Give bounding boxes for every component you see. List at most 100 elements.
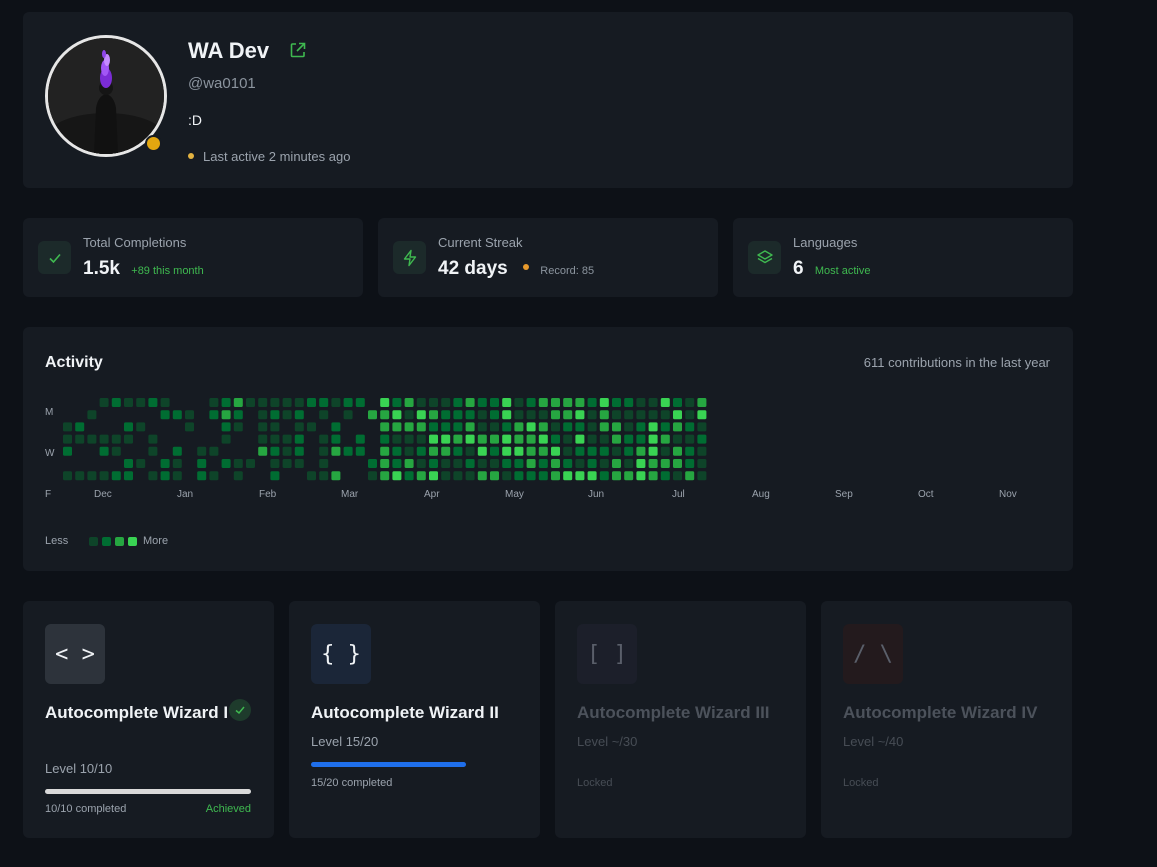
contribution-cell[interactable] [453,422,463,432]
contribution-cell[interactable] [319,446,329,456]
contribution-cell[interactable] [490,471,499,481]
external-link-icon[interactable] [289,41,307,59]
contribution-cell[interactable] [294,410,304,420]
contribution-cell[interactable] [380,459,390,468]
contribution-cell[interactable] [416,471,426,481]
contribution-cell[interactable] [246,398,255,407]
contribution-cell[interactable] [75,422,85,432]
contribution-cell[interactable] [197,446,207,456]
contribution-cell[interactable] [490,459,499,468]
contribution-cell[interactable] [551,410,560,420]
contribution-cell[interactable] [563,459,573,468]
contribution-cell[interactable] [209,410,219,420]
contribution-cell[interactable] [648,422,658,432]
contribution-cell[interactable] [551,434,560,444]
contribution-cell[interactable] [404,471,414,481]
contribution-cell[interactable] [343,410,353,420]
contribution-cell[interactable] [416,434,426,444]
contribution-cell[interactable] [429,434,438,444]
contribution-cell[interactable] [465,422,475,432]
contribution-cell[interactable] [63,471,72,481]
contribution-cell[interactable] [685,446,695,456]
contribution-cell[interactable] [429,422,438,432]
contribution-cell[interactable] [185,422,194,432]
achievement-card-2[interactable]: { } Autocomplete Wizard II Level 15/20 1… [289,601,540,838]
contribution-cell[interactable] [124,471,133,481]
contribution-cell[interactable] [319,459,329,468]
contribution-cell[interactable] [587,446,597,456]
contribution-cell[interactable] [270,410,280,420]
contribution-cell[interactable] [160,398,170,407]
contribution-cell[interactable] [685,459,695,468]
contribution-cell[interactable] [294,434,304,444]
contribution-cell[interactable] [282,434,292,444]
contribution-cell[interactable] [612,398,621,407]
contribution-cell[interactable] [673,422,682,432]
contribution-cell[interactable] [685,434,695,444]
contribution-cell[interactable] [624,446,634,456]
contribution-cell[interactable] [282,398,292,407]
contribution-cell[interactable] [612,446,621,456]
contribution-cell[interactable] [172,410,182,420]
contribution-cell[interactable] [258,410,268,420]
contribution-cell[interactable] [392,422,402,432]
contribution-cell[interactable] [294,446,304,456]
contribution-cell[interactable] [490,434,499,444]
contribution-cell[interactable] [624,459,634,468]
contribution-cell[interactable] [63,446,72,456]
contribution-cell[interactable] [453,471,463,481]
contribution-cell[interactable] [648,398,658,407]
contribution-cell[interactable] [368,471,377,481]
contribution-cell[interactable] [392,410,402,420]
contribution-cell[interactable] [160,459,170,468]
contribution-cell[interactable] [673,434,682,444]
contribution-cell[interactable] [270,471,280,481]
contribution-cell[interactable] [441,471,451,481]
contribution-cell[interactable] [465,471,475,481]
contribution-cell[interactable] [514,410,524,420]
contribution-cell[interactable] [538,446,548,456]
contribution-cell[interactable] [502,422,512,432]
contribution-cell[interactable] [636,422,646,432]
contribution-cell[interactable] [453,410,463,420]
contribution-cell[interactable] [551,398,560,407]
contribution-cell[interactable] [136,459,146,468]
achievement-card-3[interactable]: [ ] Autocomplete Wizard III Level ~/30 L… [555,601,806,838]
contribution-cell[interactable] [538,410,548,420]
contribution-cell[interactable] [477,398,487,407]
contribution-cell[interactable] [660,446,670,456]
contribution-cell[interactable] [575,410,585,420]
contribution-cell[interactable] [221,422,231,432]
contribution-cell[interactable] [502,446,512,456]
contribution-cell[interactable] [685,410,695,420]
contribution-cell[interactable] [624,410,634,420]
contribution-cell[interactable] [282,446,292,456]
contribution-cell[interactable] [319,434,329,444]
contribution-cell[interactable] [575,459,585,468]
contribution-cell[interactable] [331,398,341,407]
contribution-cell[interactable] [453,446,463,456]
contribution-cell[interactable] [551,422,560,432]
achievement-card-4[interactable]: / \ Autocomplete Wizard IV Level ~/40 Lo… [821,601,1072,838]
contribution-cell[interactable] [270,434,280,444]
contribution-cell[interactable] [612,422,621,432]
contribution-cell[interactable] [685,471,695,481]
contribution-cell[interactable] [575,434,585,444]
contribution-cell[interactable] [392,459,402,468]
contribution-cell[interactable] [99,398,109,407]
contribution-cell[interactable] [660,459,670,468]
contribution-cell[interactable] [294,459,304,468]
contribution-cell[interactable] [221,434,231,444]
contribution-cell[interactable] [453,434,463,444]
contribution-cell[interactable] [416,422,426,432]
contribution-cell[interactable] [575,471,585,481]
contribution-cell[interactable] [453,459,463,468]
contribution-cell[interactable] [99,446,109,456]
contribution-cell[interactable] [185,410,194,420]
contribution-cell[interactable] [624,434,634,444]
contribution-cell[interactable] [685,398,695,407]
achievement-card-1[interactable]: < > Autocomplete Wizard I Level 10/10 10… [23,601,274,838]
contribution-cell[interactable] [636,446,646,456]
contribution-cell[interactable] [453,398,463,407]
contribution-cell[interactable] [526,422,536,432]
